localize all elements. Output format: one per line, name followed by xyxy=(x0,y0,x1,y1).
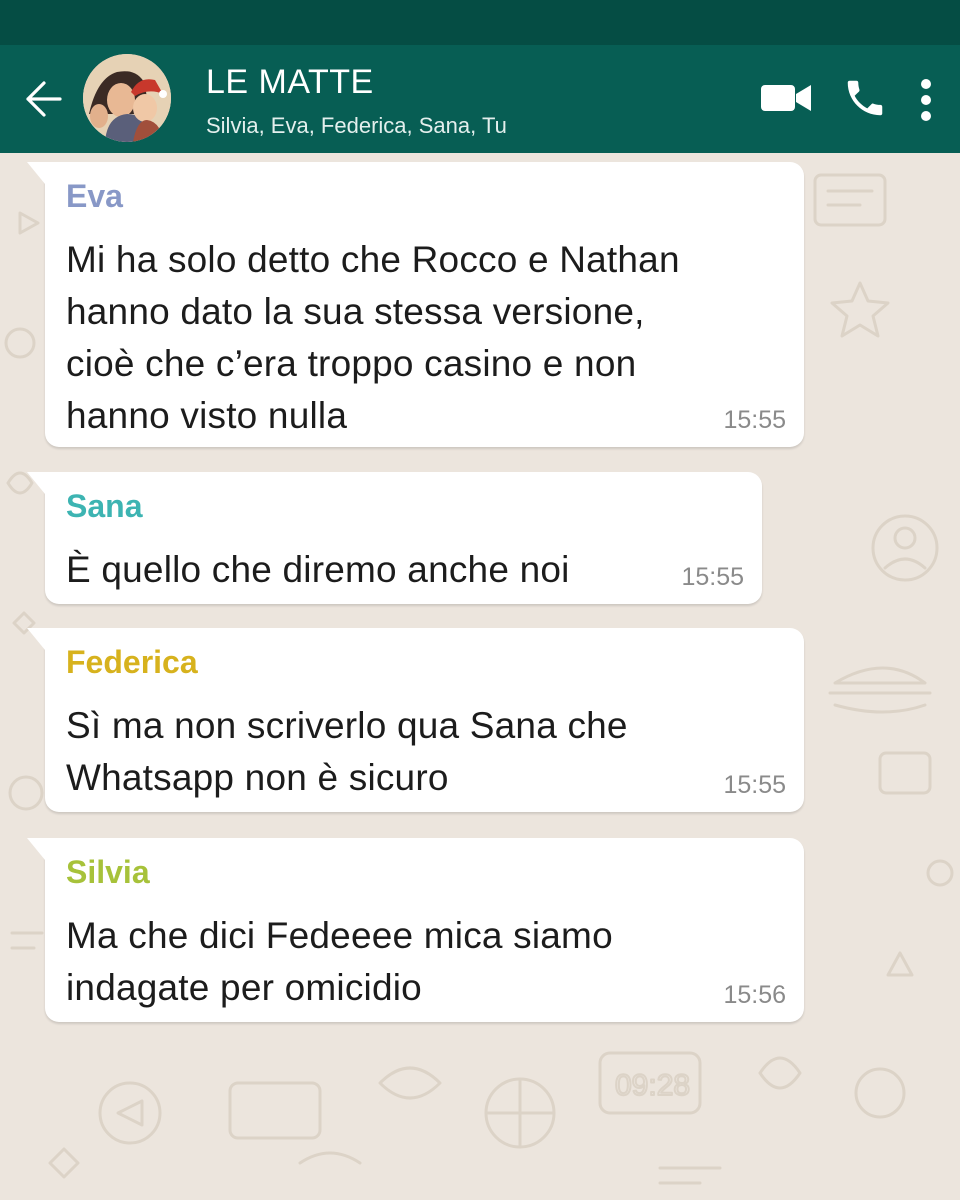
back-button[interactable] xyxy=(20,75,68,123)
message-timestamp: 15:55 xyxy=(723,771,786,799)
message-bubble[interactable]: Silvia Ma che dici Fedeeee mica siamo in… xyxy=(27,838,804,1022)
message-text: È quello che diremo anche noi xyxy=(66,549,570,590)
video-call-button[interactable] xyxy=(760,81,812,115)
arrow-left-icon xyxy=(26,81,62,117)
message-text: Sì ma non scriverlo qua Sana che Whatsap… xyxy=(66,705,628,798)
more-vertical-icon xyxy=(921,79,931,121)
message-sender: Sana xyxy=(66,488,143,524)
message-bubble[interactable]: Federica Sì ma non scriverlo qua Sana ch… xyxy=(27,628,804,812)
message-bubble[interactable]: Sana È quello che diremo anche noi 15:55 xyxy=(27,472,762,604)
message-sender: Federica xyxy=(66,644,198,680)
message-text: Ma che dici Fedeeee mica siamo indagate … xyxy=(66,915,613,1008)
group-avatar[interactable] xyxy=(83,54,171,142)
message-bubble[interactable]: Eva Mi ha solo detto che Rocco e Nathan … xyxy=(27,162,804,447)
message-sender: Silvia xyxy=(66,854,150,890)
more-options-button[interactable] xyxy=(912,75,940,125)
chat-participants[interactable]: Silvia, Eva, Federica, Sana, Tu xyxy=(206,113,507,139)
phone-icon xyxy=(847,80,883,116)
message-text: Mi ha solo detto che Rocco e Nathan hann… xyxy=(66,239,680,436)
message-timestamp: 15:56 xyxy=(723,981,786,1009)
voice-call-button[interactable] xyxy=(842,75,888,121)
status-bar xyxy=(0,0,960,45)
message-sender: Eva xyxy=(66,178,123,214)
message-timestamp: 15:55 xyxy=(681,563,744,591)
message-list[interactable]: Eva Mi ha solo detto che Rocco e Nathan … xyxy=(0,153,960,1200)
video-camera-icon xyxy=(761,85,811,111)
chat-title[interactable]: LE MATTE xyxy=(206,63,374,102)
chat-header: LE MATTE Silvia, Eva, Federica, Sana, Tu xyxy=(0,45,960,153)
message-timestamp: 15:55 xyxy=(723,406,786,434)
